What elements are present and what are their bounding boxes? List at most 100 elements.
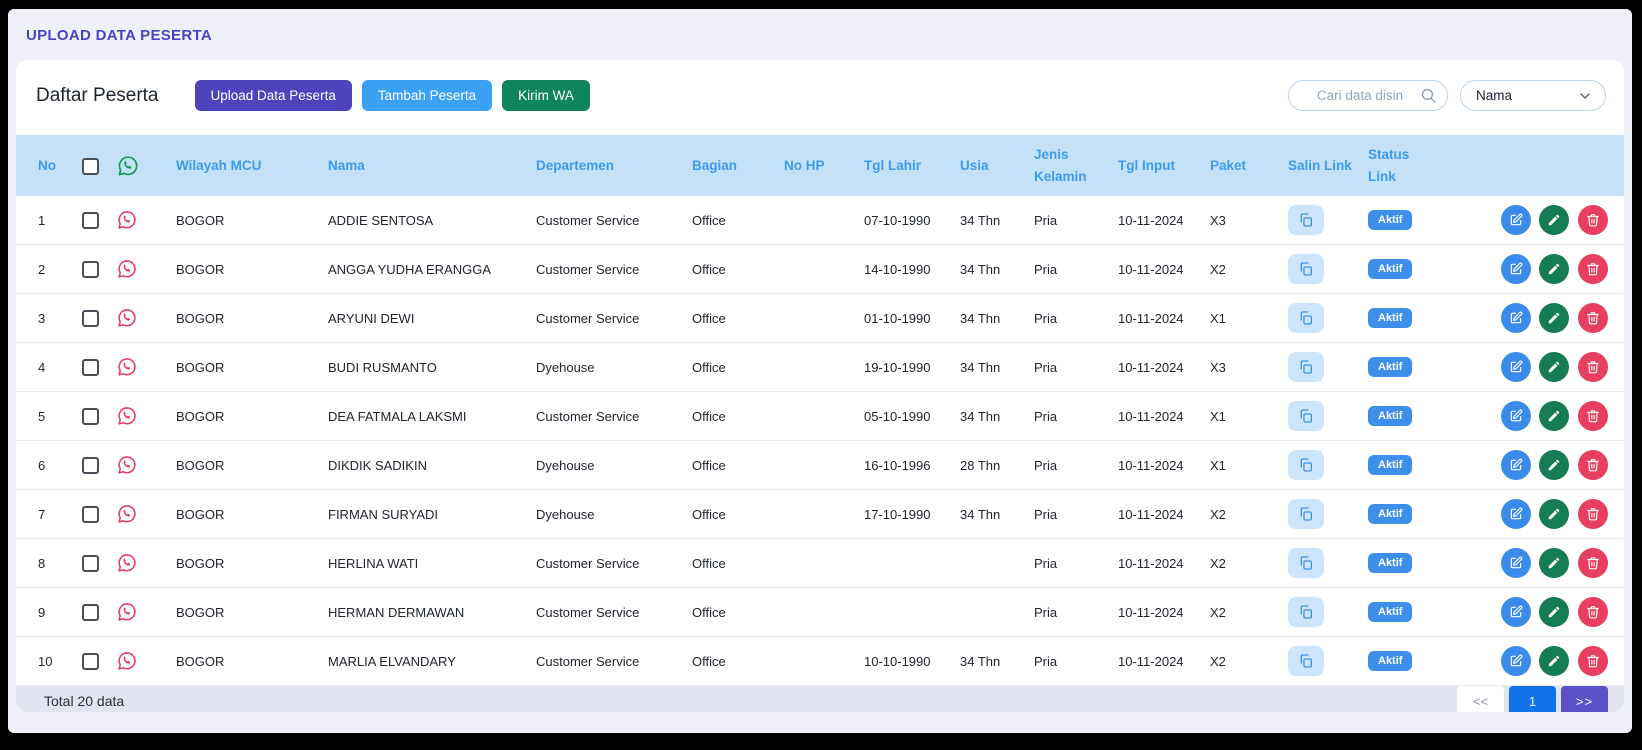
app-window: UPLOAD DATA PESERTA Daftar Peserta Uploa…	[8, 9, 1632, 733]
edit-button[interactable]	[1500, 646, 1531, 677]
pencil-button[interactable]	[1539, 303, 1570, 334]
pencil-button[interactable]	[1539, 597, 1570, 628]
row-checkbox[interactable]	[82, 652, 99, 670]
copy-link-button[interactable]	[1288, 597, 1324, 628]
pencil-button[interactable]	[1539, 401, 1570, 432]
cell-bagian: Office	[684, 244, 776, 295]
column-departemen: Departemen	[528, 135, 684, 197]
edit-button[interactable]	[1500, 499, 1531, 530]
pencil-button[interactable]	[1539, 352, 1570, 383]
delete-button[interactable]	[1578, 303, 1608, 334]
copy-link-button[interactable]	[1288, 499, 1324, 530]
table-row: 1 BOGOR ADDIE SENTOSA Customer Service O…	[16, 196, 1624, 246]
cell-tgl-lahir: 07-10-1990	[856, 196, 952, 246]
whatsapp-icon[interactable]	[116, 307, 138, 329]
trash-icon	[1587, 410, 1599, 423]
delete-button[interactable]	[1578, 548, 1608, 579]
delete-button[interactable]	[1578, 597, 1608, 628]
copy-icon	[1300, 556, 1312, 570]
delete-button[interactable]	[1578, 254, 1608, 285]
row-checkbox[interactable]	[82, 554, 99, 572]
row-checkbox[interactable]	[82, 407, 99, 425]
whatsapp-icon[interactable]	[116, 552, 138, 574]
copy-link-button[interactable]	[1288, 548, 1324, 579]
edit-button[interactable]	[1500, 303, 1531, 334]
delete-button[interactable]	[1578, 646, 1608, 677]
pencil-icon	[1549, 655, 1560, 667]
pagination-current-page[interactable]: 1	[1509, 686, 1556, 712]
copy-link-button[interactable]	[1288, 450, 1324, 481]
pencil-button[interactable]	[1539, 450, 1570, 481]
edit-button[interactable]	[1500, 352, 1531, 383]
status-badge: Aktif	[1368, 553, 1413, 574]
filter-select[interactable]: Nama	[1460, 80, 1606, 111]
whatsapp-icon[interactable]	[116, 405, 138, 427]
cell-bagian: Office	[684, 342, 776, 393]
cell-bagian: Office	[684, 587, 776, 638]
row-number: 8	[16, 538, 74, 589]
edit-button[interactable]	[1500, 401, 1531, 432]
row-checkbox[interactable]	[82, 358, 99, 376]
pagination-next-button[interactable]: >>	[1561, 686, 1608, 712]
delete-button[interactable]	[1578, 205, 1608, 236]
pencil-button[interactable]	[1539, 499, 1570, 530]
edit-button[interactable]	[1500, 205, 1531, 236]
copy-link-button[interactable]	[1288, 303, 1324, 334]
copy-link-button[interactable]	[1288, 401, 1324, 432]
row-checkbox[interactable]	[82, 211, 99, 229]
search-input[interactable]	[1288, 80, 1448, 111]
delete-button[interactable]	[1578, 499, 1608, 530]
cell-usia: 34 Thn	[952, 391, 1026, 442]
table-row: 2 BOGOR ANGGA YUDHA ERANGGA Customer Ser…	[16, 244, 1624, 295]
row-checkbox[interactable]	[82, 505, 99, 523]
table-footer: Total 20 data << 1 >>	[16, 686, 1624, 712]
whatsapp-icon[interactable]	[116, 454, 138, 476]
whatsapp-icon[interactable]	[116, 258, 138, 280]
cell-wilayah: BOGOR	[168, 391, 320, 442]
cell-usia: 34 Thn	[952, 293, 1026, 344]
add-participant-button[interactable]: Tambah Peserta	[361, 80, 493, 111]
copy-link-button[interactable]	[1288, 205, 1324, 236]
copy-link-button[interactable]	[1288, 646, 1324, 677]
row-number: 3	[16, 293, 74, 344]
row-checkbox[interactable]	[82, 456, 99, 474]
pencil-button[interactable]	[1539, 548, 1570, 579]
upload-data-button[interactable]: Upload Data Peserta	[194, 80, 352, 111]
cell-tgl-input: 10-11-2024	[1110, 538, 1202, 589]
pencil-button[interactable]	[1539, 646, 1570, 677]
edit-button[interactable]	[1500, 254, 1531, 285]
whatsapp-icon[interactable]	[116, 356, 138, 378]
status-badge: Aktif	[1368, 406, 1413, 427]
toolbar: Daftar Peserta Upload Data Peserta Tamba…	[16, 60, 1624, 135]
section-heading: Daftar Peserta	[36, 84, 159, 106]
row-checkbox[interactable]	[82, 309, 99, 327]
whatsapp-icon[interactable]	[116, 209, 138, 231]
delete-button[interactable]	[1578, 352, 1608, 383]
delete-button[interactable]	[1578, 450, 1608, 481]
edit-button[interactable]	[1500, 450, 1531, 481]
edit-button[interactable]	[1500, 597, 1531, 628]
status-badge: Aktif	[1368, 259, 1413, 280]
column-tgl-input: Tgl Input	[1110, 135, 1202, 197]
delete-button[interactable]	[1578, 401, 1608, 432]
cell-nama: MARLIA ELVANDARY	[320, 636, 528, 687]
pencil-button[interactable]	[1539, 205, 1570, 236]
copy-link-button[interactable]	[1288, 254, 1324, 285]
cell-paket: X1	[1202, 293, 1280, 344]
column-wilayah-mcu: Wilayah MCU	[168, 135, 320, 197]
pagination-prev-button[interactable]: <<	[1457, 686, 1504, 712]
whatsapp-icon[interactable]	[116, 601, 138, 623]
send-wa-button[interactable]: Kirim WA	[502, 80, 590, 111]
edit-button[interactable]	[1500, 548, 1531, 579]
cell-usia: 34 Thn	[952, 489, 1026, 540]
row-checkbox[interactable]	[82, 260, 99, 278]
select-all-checkbox[interactable]	[82, 157, 99, 175]
whatsapp-icon[interactable]	[116, 503, 138, 525]
whatsapp-icon[interactable]	[116, 650, 138, 672]
table-row: 9 BOGOR HERMAN DERMAWAN Customer Service…	[16, 587, 1624, 638]
pencil-button[interactable]	[1539, 254, 1570, 285]
whatsapp-header-icon[interactable]	[116, 154, 140, 178]
row-checkbox[interactable]	[82, 603, 99, 621]
copy-link-button[interactable]	[1288, 352, 1324, 383]
cell-jenis-kelamin: Pria	[1026, 538, 1110, 589]
